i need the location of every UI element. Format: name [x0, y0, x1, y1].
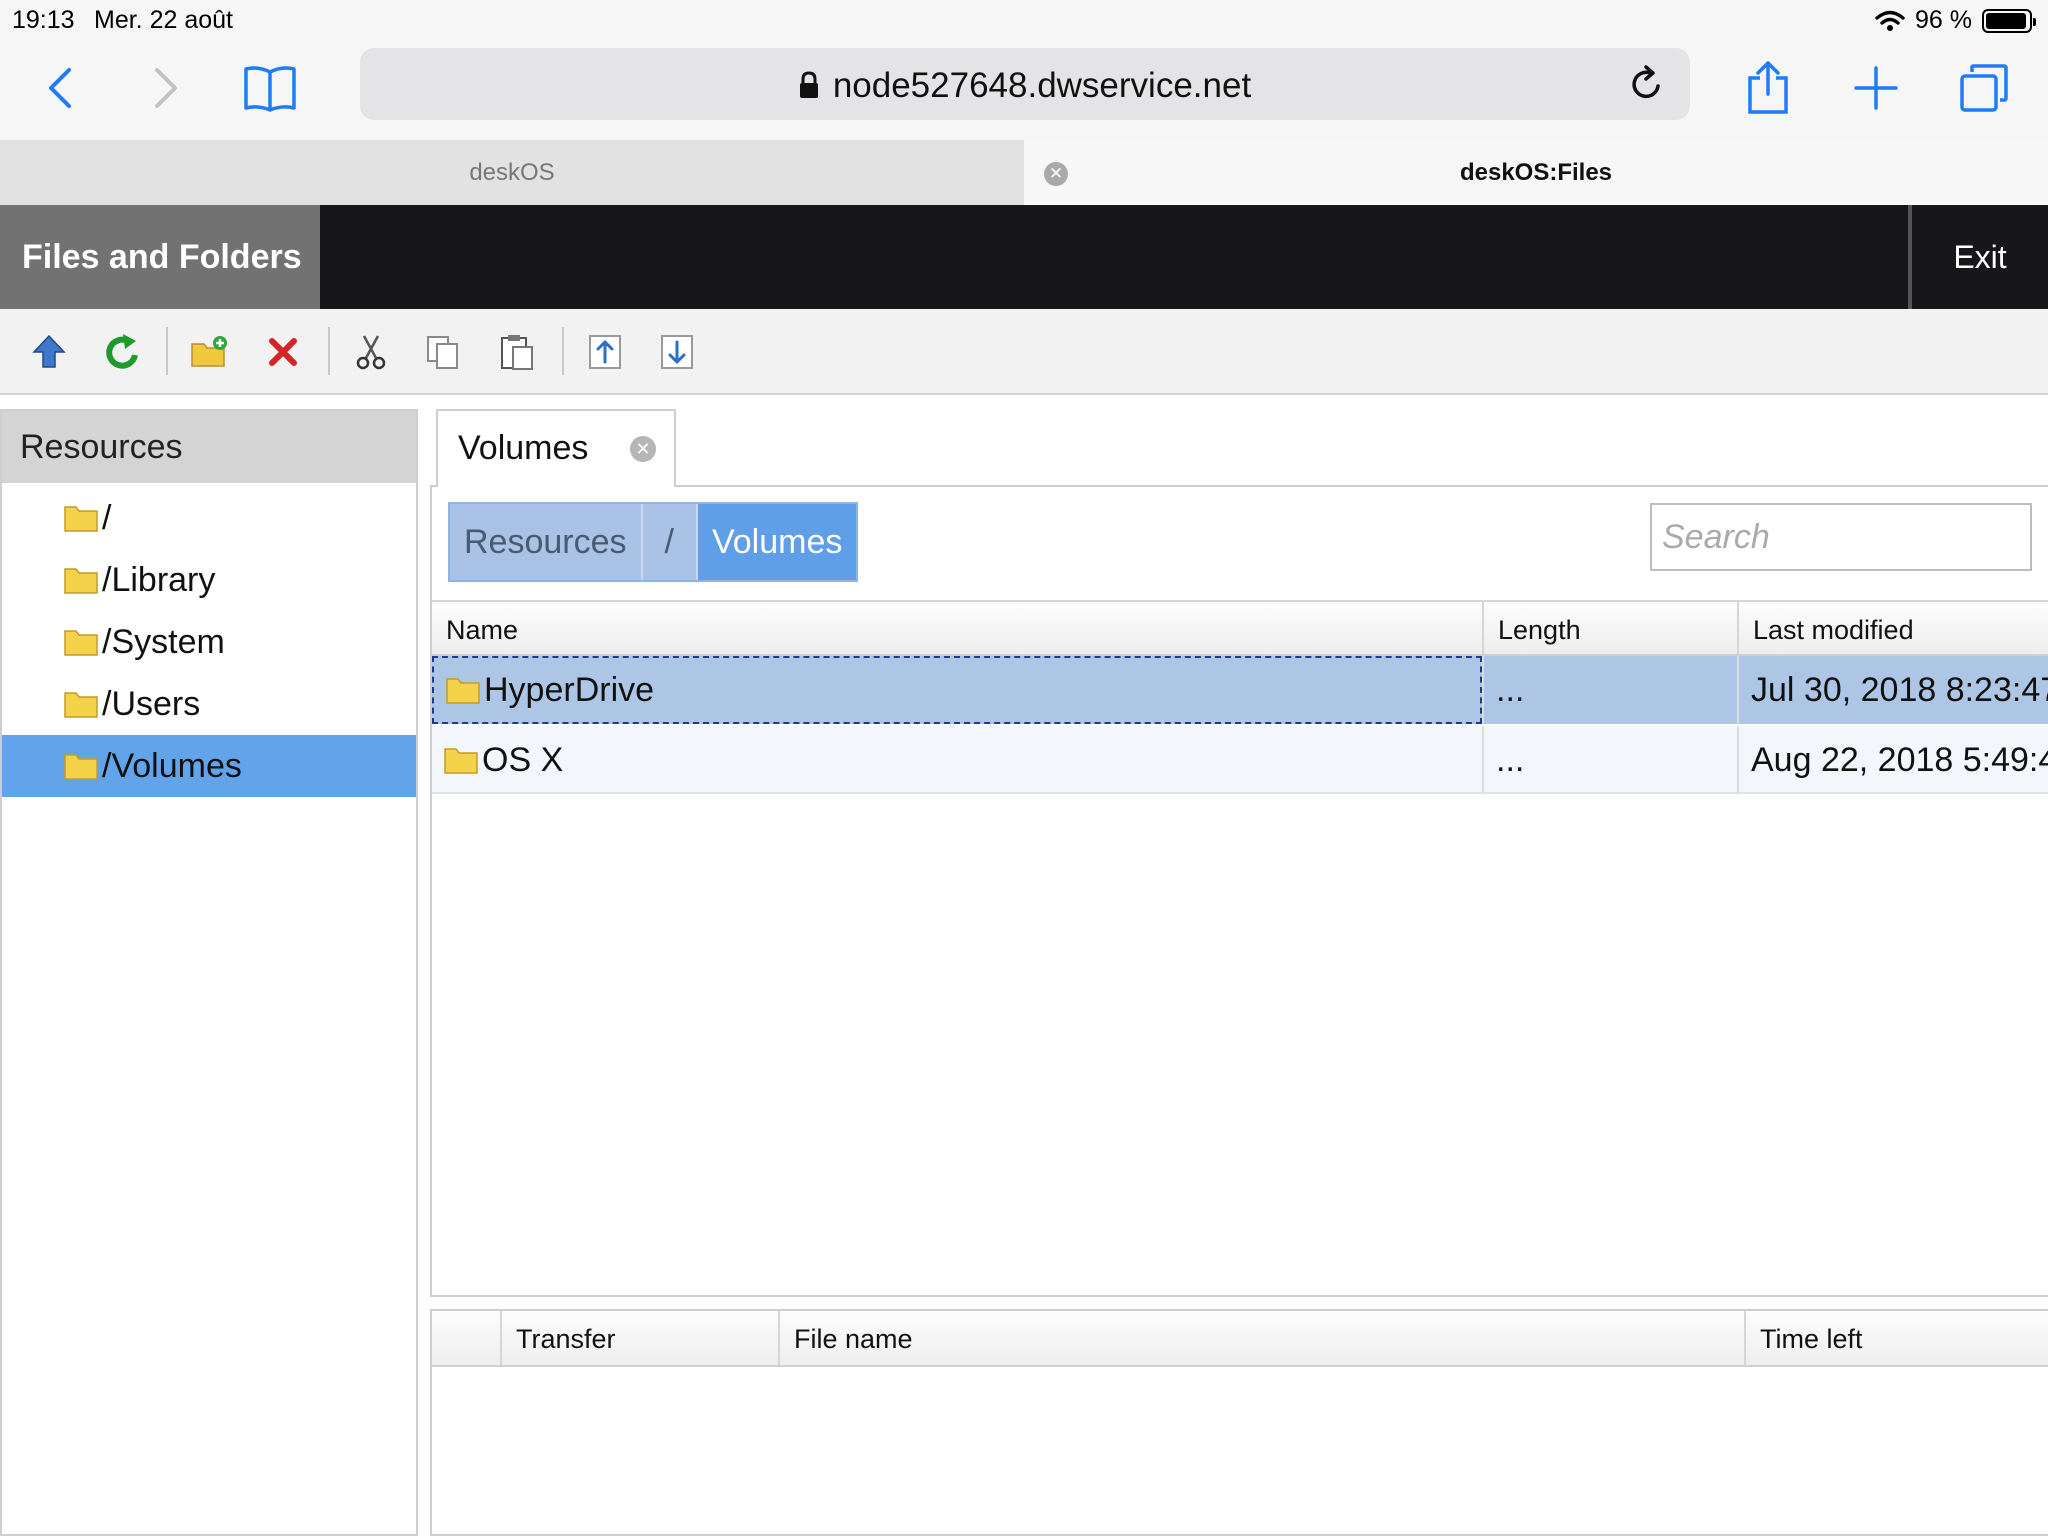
table-row[interactable]: HyperDrive ... Jul 30, 2018 8:23:47 — [432, 656, 2048, 724]
wifi-icon — [1875, 10, 1905, 31]
file-list-header: Name Length Last modified — [432, 600, 2048, 656]
toolbar-divider — [166, 327, 168, 375]
app-title: Files and Folders — [0, 205, 320, 309]
folder-icon — [444, 748, 478, 774]
status-date: Mer. 22 août — [94, 6, 233, 34]
row-length: ... — [1482, 656, 1737, 724]
new-tab-icon[interactable] — [1846, 58, 1906, 118]
row-modified: Jul 30, 2018 8:23:47 — [1737, 656, 2048, 724]
url-text: node527648.dwservice.net — [832, 66, 1252, 105]
forward-icon[interactable] — [136, 58, 196, 118]
lock-icon — [799, 68, 819, 108]
folder-icon — [64, 568, 98, 594]
sidebar-title: Resources — [2, 411, 416, 483]
upload-icon[interactable] — [582, 329, 628, 375]
share-icon[interactable] — [1738, 58, 1798, 118]
column-name[interactable]: Name — [432, 602, 1482, 654]
refresh-icon[interactable] — [100, 329, 146, 375]
row-length: ... — [1482, 726, 1737, 794]
delete-icon[interactable] — [260, 329, 306, 375]
folder-icon — [446, 678, 480, 704]
resources-sidebar: Resources / /Library /System /Users /Vol… — [0, 409, 418, 1536]
sidebar-item-label: / — [102, 498, 112, 537]
row-name: HyperDrive — [484, 670, 655, 709]
row-name-cell: OS X — [432, 726, 1482, 794]
file-toolbar — [0, 309, 2048, 395]
table-row[interactable]: OS X ... Aug 22, 2018 5:49:4 — [432, 726, 2048, 794]
folder-icon — [64, 754, 98, 780]
column-file-name[interactable]: File name — [778, 1311, 1744, 1365]
sidebar-item-label: /System — [102, 622, 225, 661]
sidebar-item-library[interactable]: /Library — [2, 549, 416, 611]
paste-icon[interactable] — [494, 329, 540, 375]
folder-icon — [64, 506, 98, 532]
exit-button[interactable]: Exit — [1908, 205, 2048, 309]
breadcrumb-separator: / — [640, 504, 698, 580]
transfer-header: Transfer File name Time left — [432, 1311, 2048, 1367]
status-time: 19:13 — [12, 6, 75, 34]
browser-tabs: deskOS deskOS:Files ✕ — [0, 140, 2048, 205]
browser-toolbar: node527648.dwservice.net — [0, 40, 2048, 140]
sidebar-item-users[interactable]: /Users — [2, 673, 416, 735]
battery-fill — [1986, 12, 2027, 29]
reload-icon[interactable] — [1624, 62, 1668, 106]
status-bar: 19:13 Mer. 22 août 96 % — [0, 0, 2048, 40]
sidebar-item-label: /Volumes — [102, 746, 242, 785]
parent-folder-icon[interactable] — [26, 329, 72, 375]
tabs-icon[interactable] — [1954, 58, 2014, 118]
tab-volumes-label: Volumes — [458, 429, 589, 467]
battery-percent: 96 % — [1915, 6, 1972, 34]
sidebar-item-system[interactable]: /System — [2, 611, 416, 673]
status-right: 96 % — [1875, 6, 2036, 35]
app-header: Files and Folders Exit — [0, 205, 2048, 309]
breadcrumb-volumes[interactable]: Volumes — [697, 504, 857, 580]
column-spacer — [432, 1311, 500, 1365]
battery-icon — [1982, 8, 2036, 33]
folder-icon — [64, 692, 98, 718]
row-name: OS X — [482, 740, 564, 779]
tab-deskos-files[interactable]: deskOS:Files — [1024, 140, 2048, 205]
column-length[interactable]: Length — [1482, 602, 1737, 654]
search-input[interactable] — [1652, 505, 2030, 569]
tab-deskos[interactable]: deskOS — [0, 140, 1024, 205]
column-transfer[interactable]: Transfer — [500, 1311, 778, 1365]
close-tab-icon[interactable]: ✕ — [1044, 162, 1068, 186]
url-text-wrap: node527648.dwservice.net — [360, 66, 1690, 108]
tab-volumes[interactable]: Volumes ✕ — [436, 409, 676, 487]
sidebar-item-volumes[interactable]: /Volumes — [2, 735, 416, 797]
cut-icon[interactable] — [348, 329, 394, 375]
breadcrumb-resources[interactable]: Resources — [450, 504, 641, 580]
sidebar-item-label: /Users — [102, 684, 201, 723]
breadcrumb: Resources / Volumes — [448, 502, 859, 582]
sidebar-item-root[interactable]: / — [2, 487, 416, 549]
column-last-modified[interactable]: Last modified — [1737, 602, 2048, 654]
row-name-cell: HyperDrive — [432, 656, 1482, 724]
new-folder-icon[interactable] — [186, 329, 232, 375]
toolbar-divider — [562, 327, 564, 375]
download-icon[interactable] — [654, 329, 700, 375]
back-icon[interactable] — [30, 58, 90, 118]
column-time-left[interactable]: Time left — [1744, 1311, 2048, 1365]
copy-icon[interactable] — [420, 329, 466, 375]
sidebar-item-label: /Library — [102, 560, 216, 599]
close-icon[interactable]: ✕ — [630, 436, 656, 462]
bookmarks-icon[interactable] — [240, 58, 300, 118]
toolbar-divider — [328, 327, 330, 375]
folder-icon — [64, 630, 98, 656]
search-box[interactable] — [1650, 503, 2032, 571]
row-modified: Aug 22, 2018 5:49:4 — [1737, 726, 2048, 794]
url-bar[interactable]: node527648.dwservice.net — [360, 48, 1690, 120]
